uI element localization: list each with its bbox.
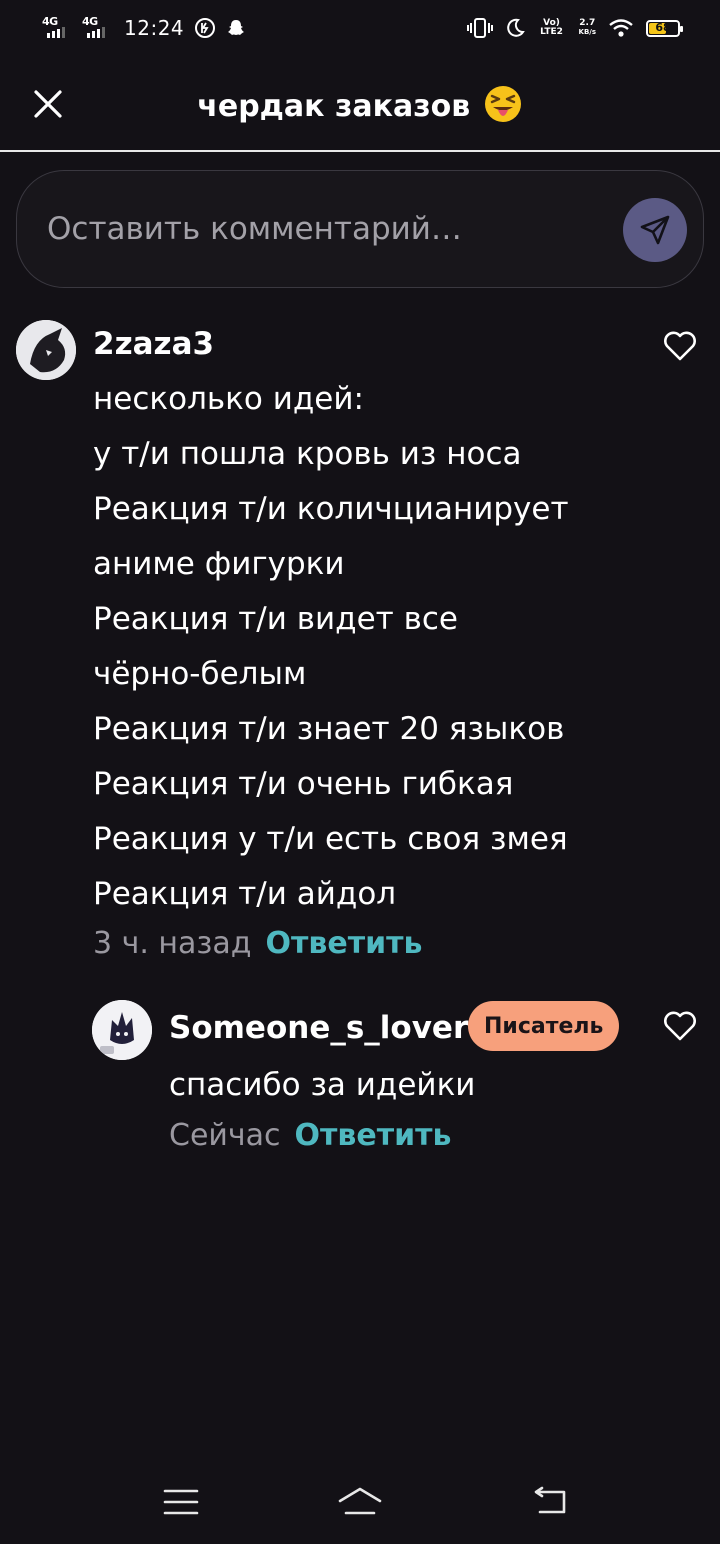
comment-line: чёрно-белым (93, 656, 307, 692)
moon-icon (505, 18, 525, 38)
reply-reply-button[interactable]: Ответить (295, 1118, 452, 1153)
nav-bar (0, 1460, 720, 1544)
reply-text: спасибо за идейки (169, 1067, 476, 1103)
writer-badge-label: Писатель (484, 1013, 604, 1039)
reply-author[interactable]: Someone_s_lover (169, 1010, 468, 1046)
header: чердак заказов (0, 56, 720, 152)
back-button[interactable] (525, 1480, 573, 1524)
home-icon (338, 1487, 382, 1515)
comment-item: 2zaza3 несколько идей: у т/и пошла кровь… (0, 318, 720, 968)
back-icon (534, 1486, 566, 1514)
comment-line: Реакция у т/и есть своя змея (93, 821, 568, 857)
comment-line: Реакция т/и видет все (93, 601, 458, 637)
status-bar: 4G 4G 12:24 Vo) LTE2 2.7 KB/s 68 (0, 0, 720, 56)
send-button[interactable] (623, 198, 687, 262)
app-screen: 4G 4G 12:24 Vo) LTE2 2.7 KB/s 68 чердак … (0, 0, 720, 1544)
comment-body: несколько идей: у т/и пошла кровь из нос… (93, 372, 569, 922)
reply-time: Сейчас (169, 1118, 281, 1153)
like-button[interactable] (660, 326, 700, 366)
battery-level: 68 (655, 20, 671, 34)
comment-author[interactable]: 2zaza3 (93, 326, 214, 362)
status-right: Vo) LTE2 2.7 KB/s 68 (466, 14, 683, 42)
comment-line: Реакция т/и очень гибкая (93, 766, 514, 802)
speed-value: 2.7 (579, 18, 596, 28)
reply-button[interactable]: Ответить (266, 926, 423, 961)
page-title: чердак заказов (0, 84, 720, 124)
comment-line: у т/и пошла кровь из носа (93, 436, 522, 472)
vibrate-icon (466, 17, 493, 39)
menu-button[interactable] (157, 1480, 205, 1524)
battery-icon: 68 (646, 19, 683, 37)
writer-badge: Писатель (468, 1001, 620, 1051)
page-title-text: чердак заказов (197, 89, 471, 124)
data-saver-icon (194, 17, 216, 39)
home-button[interactable] (336, 1480, 384, 1524)
signal-icon: 4G (42, 15, 72, 40)
speed-unit: KB/s (578, 28, 596, 36)
reply-item: Someone_s_lover Писатель спасибо за идей… (0, 1000, 720, 1170)
comment-meta: 3 ч. назад Ответить (93, 926, 423, 961)
reply-body: спасибо за идейки (169, 1058, 475, 1113)
status-left: 4G 4G 12:24 (42, 14, 246, 42)
comment-line: Реакция т/и айдол (93, 876, 397, 912)
menu-icon (163, 1489, 199, 1515)
reply-avatar[interactable] (92, 1000, 152, 1060)
comment-input-box (16, 170, 704, 288)
squinting-face-with-tongue-icon (484, 86, 521, 122)
comment-line: Реакция т/и знает 20 языков (93, 711, 565, 747)
status-time: 12:24 (124, 16, 185, 40)
comment-line: несколько идей: (93, 381, 364, 417)
heart-icon (664, 331, 696, 361)
reply-like-button[interactable] (660, 1006, 700, 1046)
snapchat-icon (226, 18, 246, 38)
volte-label: Vo) LTE2 (540, 18, 563, 37)
heart-icon (664, 1011, 696, 1041)
speed-indicator: 2.7 KB/s (579, 19, 596, 37)
wifi-icon (608, 18, 634, 38)
avatar[interactable] (16, 320, 76, 380)
signal-icon-2: 4G (82, 15, 112, 40)
comment-line: аниме фигурки (93, 546, 345, 582)
reply-meta: Сейчас Ответить (169, 1118, 452, 1153)
comment-input[interactable] (47, 201, 607, 257)
send-icon (640, 215, 670, 245)
comment-time: 3 ч. назад (93, 926, 252, 961)
comment-line: Реакция т/и количцианирует (93, 491, 569, 527)
